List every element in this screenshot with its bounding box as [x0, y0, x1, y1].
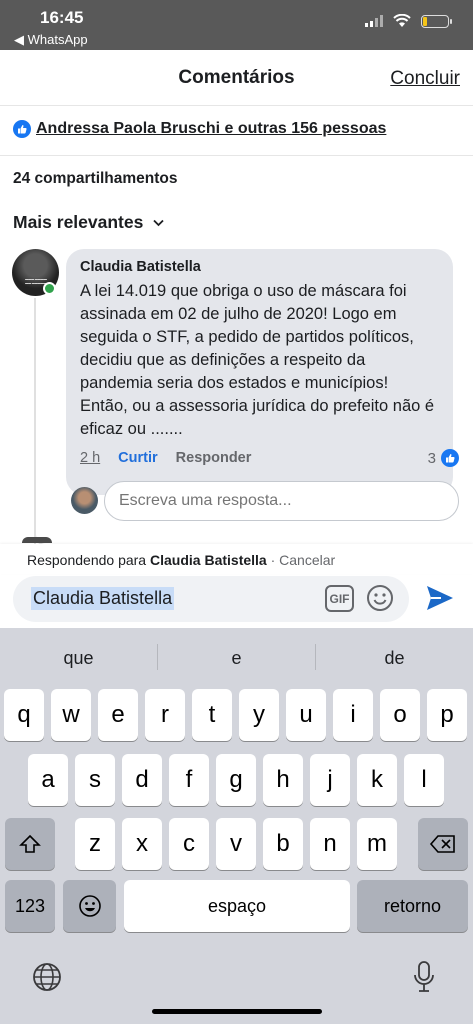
chevron-down-icon — [153, 219, 164, 226]
key-k[interactable]: k — [357, 754, 397, 806]
reply-button[interactable]: Responder — [176, 450, 252, 466]
key-i[interactable]: i — [333, 689, 373, 741]
reactions-summary[interactable]: Andressa Paola Bruschi e outras 156 pess… — [13, 120, 386, 138]
backspace-icon — [429, 835, 455, 853]
return-key[interactable]: retorno — [357, 880, 468, 932]
cellular-signal-icon — [365, 15, 383, 27]
key-n[interactable]: n — [310, 818, 350, 870]
sort-dropdown[interactable]: Mais relevantes — [13, 212, 164, 233]
emoji-key[interactable] — [63, 880, 116, 932]
key-s[interactable]: s — [75, 754, 115, 806]
status-time: 16:45 — [40, 8, 84, 27]
comment-author[interactable]: Claudia Batistella — [80, 259, 439, 275]
key-a[interactable]: a — [28, 754, 68, 806]
key-y[interactable]: y — [239, 689, 279, 741]
key-z[interactable]: z — [75, 818, 115, 870]
key-r[interactable]: r — [145, 689, 185, 741]
comment-actions: 2 h Curtir Responder — [80, 450, 251, 466]
comment-like-count[interactable]: 3 — [428, 449, 459, 467]
gif-button[interactable]: GIF — [325, 585, 354, 612]
shares-count[interactable]: 24 compartilhamentos — [13, 170, 178, 188]
replying-prefix: Respondendo para — [27, 552, 147, 568]
like-count-value: 3 — [427, 449, 436, 467]
key-f[interactable]: f — [169, 754, 209, 806]
thread-line — [34, 298, 36, 546]
key-t[interactable]: t — [192, 689, 232, 741]
emoji-icon — [78, 895, 101, 917]
user-avatar — [71, 487, 98, 514]
suggestion-item[interactable]: de — [316, 648, 473, 669]
microphone-icon[interactable] — [412, 960, 436, 994]
sheet-header: Comentários Concluir — [0, 50, 473, 106]
emoji-icon[interactable] — [366, 584, 394, 612]
key-w[interactable]: w — [51, 689, 91, 741]
key-v[interactable]: v — [216, 818, 256, 870]
replying-name: Claudia Batistella — [150, 552, 267, 568]
key-o[interactable]: o — [380, 689, 420, 741]
key-d[interactable]: d — [122, 754, 162, 806]
reply-input[interactable] — [104, 481, 459, 521]
composer-mention[interactable]: Claudia Batistella — [31, 587, 175, 610]
suggestion-item[interactable]: e — [158, 648, 315, 669]
battery-icon — [421, 14, 452, 28]
key-q[interactable]: q — [4, 689, 44, 741]
cancel-reply-button[interactable]: Cancelar — [279, 552, 335, 568]
key-u[interactable]: u — [286, 689, 326, 741]
back-to-whatsapp-link[interactable]: ◀ WhatsApp — [14, 32, 88, 48]
status-bar: 16:45 ◀ WhatsApp — [0, 0, 473, 50]
like-reaction-icon — [441, 449, 459, 467]
online-status-icon — [43, 282, 56, 295]
like-button[interactable]: Curtir — [118, 450, 157, 466]
next-comment-avatar — [22, 537, 52, 543]
replying-separator: · — [270, 552, 276, 568]
shift-icon — [19, 834, 41, 853]
key-b[interactable]: b — [263, 818, 303, 870]
numbers-key[interactable]: 123 — [5, 880, 55, 932]
comments-sheet: Comentários Concluir Andressa Paola Brus… — [0, 50, 473, 630]
status-icons — [365, 14, 452, 28]
like-reaction-icon — [13, 120, 31, 138]
key-c[interactable]: c — [169, 818, 209, 870]
wifi-icon — [393, 14, 411, 27]
space-key[interactable]: espaço — [124, 880, 350, 932]
key-l[interactable]: l — [404, 754, 444, 806]
reactions-text[interactable]: Andressa Paola Bruschi e outras 156 pess… — [36, 120, 386, 138]
key-h[interactable]: h — [263, 754, 303, 806]
comment-time[interactable]: 2 h — [80, 450, 100, 466]
key-g[interactable]: g — [216, 754, 256, 806]
keyboard: que e de qwertyuiop asdfghjkl zxcvbnm 12… — [0, 628, 473, 1024]
globe-icon[interactable] — [32, 962, 62, 992]
thread-connector — [34, 526, 66, 546]
comment-composer[interactable]: Claudia Batistella GIF — [13, 576, 409, 622]
key-e[interactable]: e — [98, 689, 138, 741]
send-icon[interactable] — [424, 582, 456, 614]
done-button[interactable]: Concluir — [390, 68, 460, 90]
home-indicator — [152, 1009, 322, 1014]
key-x[interactable]: x — [122, 818, 162, 870]
suggestion-item[interactable]: que — [0, 648, 157, 669]
divider — [0, 155, 473, 156]
key-p[interactable]: p — [427, 689, 467, 741]
sort-label: Mais relevantes — [13, 212, 144, 232]
backspace-key[interactable] — [418, 818, 468, 870]
key-j[interactable]: j — [310, 754, 350, 806]
key-m[interactable]: m — [357, 818, 397, 870]
shift-key[interactable] — [5, 818, 55, 870]
suggestion-bar: que e de — [0, 628, 473, 686]
comment-text: A lei 14.019 que obriga o uso de máscara… — [80, 282, 435, 438]
replying-to-bar: Respondendo para Claudia Batistella · Ca… — [0, 544, 473, 574]
